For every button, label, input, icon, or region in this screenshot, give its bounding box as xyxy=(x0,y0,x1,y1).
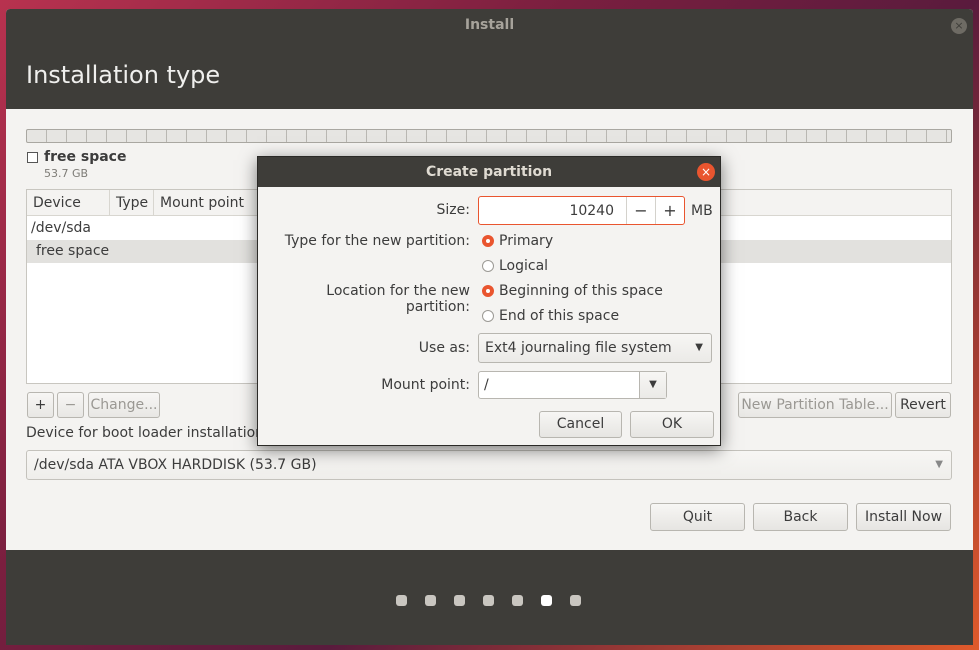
location-end-label[interactable]: End of this space xyxy=(499,308,619,324)
change-partition-button[interactable]: Change... xyxy=(88,392,160,418)
progress-dot xyxy=(512,595,523,606)
column-header-mount-point[interactable]: Mount point xyxy=(154,190,264,216)
remove-partition-button[interactable]: − xyxy=(57,392,84,418)
column-header-type[interactable]: Type xyxy=(110,190,154,216)
partition-bar xyxy=(26,129,952,143)
install-now-button[interactable]: Install Now xyxy=(856,503,951,531)
mount-point-label: Mount point: xyxy=(381,377,470,393)
dialog-title: Create partition xyxy=(258,157,720,187)
mount-point-input[interactable] xyxy=(479,372,639,398)
use-as-value: Ext4 journaling file system xyxy=(485,340,672,356)
bootloader-select[interactable]: /dev/sda ATA VBOX HARDDISK (53.7 GB) ▼ xyxy=(26,450,952,480)
legend-name: free space xyxy=(44,149,127,165)
quit-button[interactable]: Quit xyxy=(650,503,745,531)
chevron-down-icon: ▼ xyxy=(935,459,943,470)
window-close-icon[interactable]: × xyxy=(951,18,967,34)
progress-dot xyxy=(396,595,407,606)
size-decrement-button[interactable]: − xyxy=(626,197,655,224)
size-input[interactable] xyxy=(479,197,626,224)
column-header-device[interactable]: Device xyxy=(27,190,110,216)
type-logical-radio[interactable] xyxy=(482,260,494,272)
use-as-select[interactable]: Ext4 journaling file system ▼ xyxy=(478,333,712,363)
type-logical-label[interactable]: Logical xyxy=(499,258,548,274)
location-beginning-label[interactable]: Beginning of this space xyxy=(499,283,663,299)
bootloader-value: /dev/sda ATA VBOX HARDDISK (53.7 GB) xyxy=(34,457,317,473)
progress-dot-current xyxy=(541,595,552,606)
new-partition-table-button[interactable]: New Partition Table... xyxy=(738,392,892,418)
legend-swatch xyxy=(27,152,38,163)
progress-dot xyxy=(454,595,465,606)
size-unit: MB xyxy=(691,203,713,219)
close-icon[interactable]: × xyxy=(697,163,715,181)
window-title: Install xyxy=(464,17,515,33)
chevron-down-icon: ▼ xyxy=(695,342,703,353)
use-as-label: Use as: xyxy=(418,340,470,356)
page-title: Installation type xyxy=(26,61,221,89)
location-label: Location for the new partition: xyxy=(326,283,470,315)
add-partition-button[interactable]: + xyxy=(27,392,54,418)
type-primary-label[interactable]: Primary xyxy=(499,233,553,249)
size-spinbox[interactable]: − + xyxy=(478,196,685,225)
window-titlebar: Install xyxy=(6,9,973,41)
progress-dot xyxy=(483,595,494,606)
size-increment-button[interactable]: + xyxy=(655,197,684,224)
size-label: Size: xyxy=(436,202,470,218)
mount-point-combo[interactable]: ▼ xyxy=(478,371,667,399)
create-partition-dialog: Create partition × Size: − + MB Type for… xyxy=(257,156,721,446)
location-beginning-radio[interactable] xyxy=(482,285,494,297)
cancel-button[interactable]: Cancel xyxy=(539,411,622,438)
ok-button[interactable]: OK xyxy=(630,411,714,438)
location-end-radio[interactable] xyxy=(482,310,494,322)
revert-button[interactable]: Revert xyxy=(895,392,951,418)
type-primary-radio[interactable] xyxy=(482,235,494,247)
progress-dot xyxy=(570,595,581,606)
progress-dot xyxy=(425,595,436,606)
type-label: Type for the new partition: xyxy=(284,233,470,249)
back-button[interactable]: Back xyxy=(753,503,848,531)
chevron-down-icon[interactable]: ▼ xyxy=(639,372,666,398)
bootloader-label: Device for boot loader installation: xyxy=(26,425,269,441)
legend-size: 53.7 GB xyxy=(44,167,89,180)
